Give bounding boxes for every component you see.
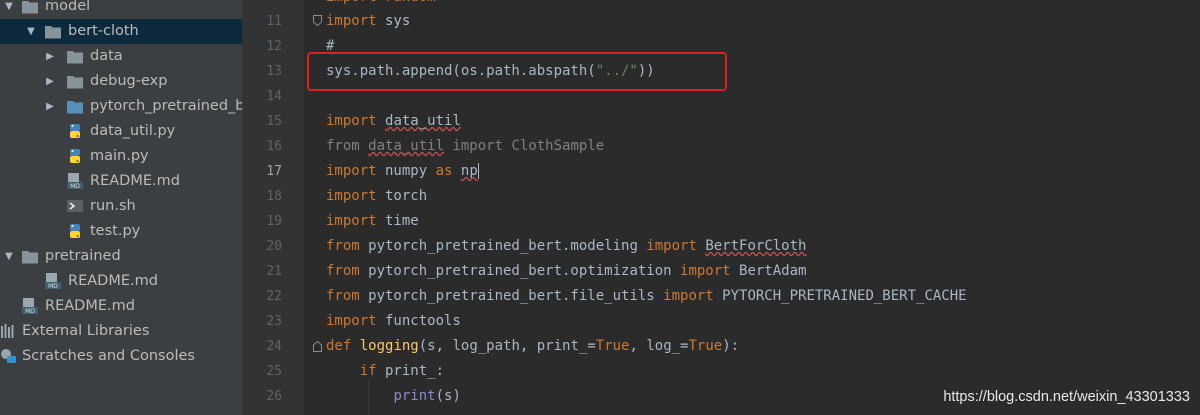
tree-item-label: run.sh (90, 198, 136, 214)
line-number: 15 (266, 114, 282, 129)
text-caret (477, 163, 480, 179)
fold-marker-icon[interactable] (313, 341, 322, 352)
line-number: 26 (266, 389, 282, 404)
line-number: 16 (266, 139, 282, 154)
folder-icon (45, 24, 61, 39)
tree-item-label: README.md (68, 273, 158, 289)
line-number: 11 (266, 14, 282, 29)
tree-item-label: pytorch_pretrained_b (90, 98, 242, 114)
line-number: 18 (266, 189, 282, 204)
chevron-right-icon[interactable]: ▶ (44, 94, 56, 119)
tree-item-label: pretrained (45, 248, 121, 264)
line-number-current: 17 (266, 164, 282, 179)
indent-guide (368, 383, 369, 415)
tree-item-label: test.py (90, 223, 141, 239)
tree-item-label: README.md (45, 298, 135, 314)
code-line: import functools (326, 313, 461, 329)
code-line: from pytorch_pretrained_bert.modeling im… (326, 238, 807, 254)
line-number: 25 (266, 364, 282, 379)
python-file-icon (67, 148, 83, 164)
tree-item-pytorch-pretrained-bert[interactable]: ▶ pytorch_pretrained_b (0, 94, 242, 119)
tree-item-label: main.py (90, 148, 149, 164)
python-file-icon (67, 223, 83, 239)
chevron-down-icon[interactable]: ▼ (3, 0, 15, 19)
tree-item-debug-exp[interactable]: ▶ debug-exp (0, 69, 242, 94)
chevron-right-icon[interactable]: ▶ (44, 44, 56, 69)
tree-item-scratches-and-consoles[interactable]: Scratches and Consoles (0, 344, 242, 369)
line-number: 23 (266, 314, 282, 329)
code-line: def logging(s, log_path, print_=True, lo… (326, 338, 740, 354)
package-folder-icon (67, 99, 83, 114)
scratches-icon (0, 348, 16, 364)
code-line: import torch (326, 188, 428, 204)
tree-item-main-py[interactable]: main.py (0, 144, 242, 169)
chevron-right-icon[interactable]: ▶ (44, 69, 56, 94)
line-number: 24 (266, 339, 282, 354)
shell-script-icon (67, 198, 83, 214)
tree-item-external-libraries[interactable]: External Libraries (0, 319, 242, 344)
line-number: 12 (266, 39, 282, 54)
tree-item-bert-cloth[interactable]: ▼ bert-cloth (0, 19, 242, 44)
watermark: https://blog.csdn.net/weixin_43301333 (943, 389, 1190, 405)
tree-item-test-py[interactable]: test.py (0, 219, 242, 244)
line-number: 19 (266, 214, 282, 229)
red-annotation-box (307, 52, 727, 91)
tree-item-label: README.md (90, 173, 180, 189)
chevron-down-icon[interactable]: ▼ (3, 244, 15, 269)
code-line: print(s) (393, 388, 461, 404)
tree-item-run-sh[interactable]: run.sh (0, 194, 242, 219)
line-number: 22 (266, 289, 282, 304)
chevron-down-icon[interactable]: ▼ (25, 19, 37, 44)
tree-item-pretrained-readme-md[interactable]: README.md (0, 269, 242, 294)
code-line: import data_util (326, 113, 461, 129)
folder-icon (67, 49, 83, 64)
folder-icon (22, 249, 38, 264)
code-line: from pytorch_pretrained_bert.file_utils … (326, 288, 967, 304)
code-line: import sys (326, 13, 411, 29)
tree-item-label: External Libraries (22, 323, 150, 339)
tree-item-pretrained[interactable]: ▼ pretrained (0, 244, 242, 269)
markdown-file-icon (45, 273, 61, 289)
line-number: 14 (266, 89, 282, 104)
markdown-file-icon (67, 173, 83, 189)
python-file-icon (67, 123, 83, 139)
libraries-icon (0, 323, 16, 339)
code-line: if print_: (359, 363, 445, 379)
tree-item-data-util-py[interactable]: data_util.py (0, 119, 242, 144)
fold-marker-icon[interactable] (313, 15, 322, 26)
line-number: 20 (266, 239, 282, 254)
tree-item-label: model (45, 0, 91, 14)
tree-item-label: bert-cloth (68, 23, 139, 39)
code-line: import time (326, 213, 419, 229)
tree-item-label: data (90, 48, 123, 64)
tree-item-readme-md[interactable]: README.md (0, 169, 242, 194)
tree-item-model[interactable]: ▼ model (0, 0, 242, 19)
line-number: 21 (266, 264, 282, 279)
tree-item-root-readme-md[interactable]: README.md (0, 294, 242, 319)
folder-icon (67, 74, 83, 89)
line-number: 13 (266, 64, 282, 79)
tree-item-label: Scratches and Consoles (22, 348, 195, 364)
tree-item-data[interactable]: ▶ data (0, 44, 242, 69)
tree-item-label: data_util.py (90, 123, 176, 139)
code-line: from pytorch_pretrained_bert.optimizatio… (326, 263, 807, 279)
project-tool-window: ▼ model ▼ bert-cloth ▶ data ▶ debug-exp … (0, 0, 242, 415)
markdown-file-icon (22, 298, 38, 314)
tree-item-label: debug-exp (90, 73, 168, 89)
folder-icon (22, 0, 38, 14)
code-line-current: import numpy as np (326, 163, 480, 179)
code-line: from data_util import ClothSample (326, 138, 605, 154)
